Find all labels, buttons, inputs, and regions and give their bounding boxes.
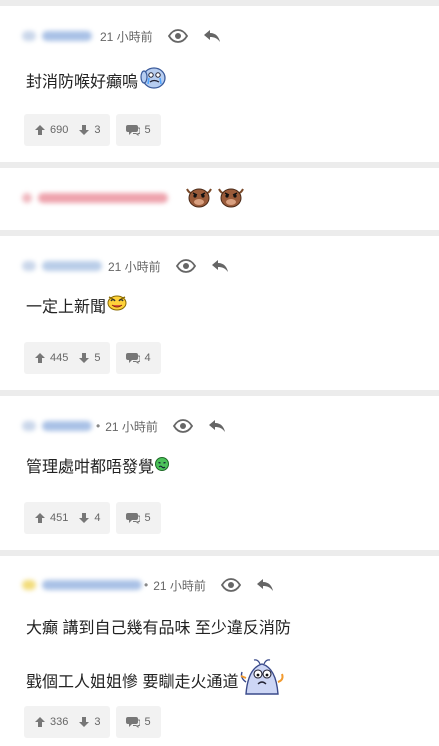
timestamp: 21 小時前	[108, 259, 161, 274]
downvote-icon[interactable]	[78, 124, 90, 136]
reply-count: 5	[144, 512, 151, 524]
upvote-icon[interactable]	[34, 124, 46, 136]
user-level-blurred	[22, 261, 36, 271]
comment-card: • 21 小時前 大癲 講到自己幾有品味 至少違反消防 戥個工人姐姐慘 要瞓走火…	[0, 556, 439, 746]
username-blurred[interactable]	[42, 580, 142, 590]
vote-pill: 336 3	[24, 706, 111, 738]
reply-icon[interactable]	[199, 24, 225, 48]
downvote-count: 3	[94, 716, 101, 728]
reply-count: 4	[144, 352, 151, 364]
timestamp: 21 小時前	[105, 419, 158, 434]
replies-button[interactable]: 5	[116, 114, 161, 146]
downvote-icon[interactable]	[78, 352, 90, 364]
separator-dot: •	[144, 578, 149, 592]
upvote-count: 445	[50, 352, 69, 364]
comment-text: 戥個工人姐姐慘 要瞓走火通道	[26, 674, 239, 692]
reaction-emojis	[184, 183, 246, 214]
comment-body: 管理處咁都唔發覺	[26, 452, 170, 484]
replies-button[interactable]: 5	[116, 502, 161, 534]
comment-header	[22, 186, 168, 210]
comment-body: 封消防喉好癲嗚	[26, 64, 168, 96]
comment-text: 管理處咁都唔發覺	[26, 459, 155, 477]
comment-text: 大癲 講到自己幾有品味 至少違反消防	[26, 620, 291, 637]
vote-bar: 336 3 5	[24, 706, 161, 738]
comment-body: 大癲 講到自己幾有品味 至少違反消防 戥個工人姐姐慘 要瞓走火通道	[26, 613, 291, 695]
downvote-count: 4	[94, 512, 101, 524]
upvote-count: 336	[50, 716, 69, 728]
vote-bar: 690 3 5	[24, 114, 161, 146]
reply-count: 5	[144, 716, 151, 728]
vote-bar: 445 5 4	[24, 342, 161, 374]
comment-icon	[126, 353, 141, 364]
vote-pill: 445 5	[24, 342, 111, 374]
eye-icon[interactable]	[218, 573, 244, 597]
username-blurred[interactable]	[42, 261, 102, 271]
username-blurred[interactable]	[42, 31, 92, 41]
crying-emoji-icon	[138, 64, 168, 102]
user-level-blurred	[22, 193, 32, 203]
comment-text-line: 一定上新聞	[26, 292, 128, 324]
comment-text-line: 戥個工人姐姐慘 要瞓走火通道	[26, 658, 291, 695]
reply-icon[interactable]	[204, 414, 230, 438]
excited-emoji-icon	[106, 292, 128, 324]
comment-text: 封消防喉好癲嗚	[26, 74, 139, 92]
user-level-blurred	[22, 580, 36, 590]
upvote-icon[interactable]	[34, 716, 46, 728]
reply-icon[interactable]	[207, 254, 233, 278]
vote-pill: 451 4	[24, 502, 111, 534]
comment-header: • 21 小時前	[22, 414, 230, 438]
comment-header: • 21 小時前	[22, 573, 278, 597]
eye-icon[interactable]	[165, 24, 191, 48]
downvote-icon[interactable]	[78, 512, 90, 524]
comment-text-line: 管理處咁都唔發覺	[26, 452, 170, 484]
comment-feed: 21 小時前 封消防喉好癲嗚 690 3 5 21 小時前 一定上新聞 445 …	[0, 0, 439, 746]
replies-button[interactable]: 5	[116, 706, 161, 738]
downvote-count: 3	[94, 124, 101, 136]
downvote-icon[interactable]	[78, 716, 90, 728]
comment-header: 21 小時前	[22, 24, 225, 48]
reply-icon[interactable]	[252, 573, 278, 597]
replies-button[interactable]: 4	[116, 342, 161, 374]
sick-face-emoji-icon	[154, 452, 170, 484]
comment-text: 一定上新聞	[26, 299, 107, 317]
upvote-count: 690	[50, 124, 69, 136]
user-level-blurred	[22, 421, 36, 431]
eye-icon[interactable]	[170, 414, 196, 438]
comment-body: 一定上新聞	[26, 292, 128, 324]
user-level-blurred	[22, 31, 36, 41]
downvote-count: 5	[94, 352, 101, 364]
upvote-icon[interactable]	[34, 512, 46, 524]
username-blurred[interactable]	[42, 421, 92, 431]
reply-count: 5	[144, 124, 151, 136]
bull-face-emoji-icon	[216, 183, 246, 214]
bull-face-emoji-icon	[184, 183, 214, 214]
shocked-cartoon-emoji-icon	[238, 658, 286, 708]
timestamp: 21 小時前	[153, 578, 206, 593]
comment-card: 21 小時前 一定上新聞 445 5 4	[0, 236, 439, 390]
vote-bar: 451 4 5	[24, 502, 161, 534]
comment-card-collapsed	[0, 168, 439, 230]
comment-icon	[126, 125, 141, 136]
separator-dot: •	[96, 419, 101, 433]
upvote-count: 451	[50, 512, 69, 524]
timestamp: 21 小時前	[100, 29, 153, 44]
comment-header: 21 小時前	[22, 254, 233, 278]
comment-text-line: 封消防喉好癲嗚	[26, 64, 168, 96]
username-blurred[interactable]	[38, 193, 168, 203]
eye-icon[interactable]	[173, 254, 199, 278]
comment-icon	[126, 513, 141, 524]
upvote-icon[interactable]	[34, 352, 46, 364]
comment-card: • 21 小時前 管理處咁都唔發覺 451 4 5	[0, 396, 439, 550]
comment-text-line: 大癲 講到自己幾有品味 至少違反消防	[26, 613, 291, 645]
comment-card: 21 小時前 封消防喉好癲嗚 690 3 5	[0, 6, 439, 162]
vote-pill: 690 3	[24, 114, 111, 146]
comment-icon	[126, 717, 141, 728]
